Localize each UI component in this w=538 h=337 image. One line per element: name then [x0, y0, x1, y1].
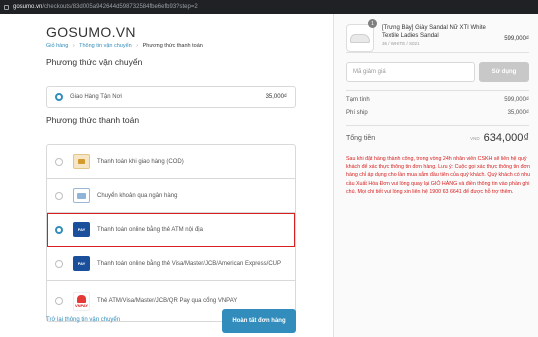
breadcrumb-current: Phương thức thanh toán [142, 43, 203, 49]
vnpay-heart-icon [77, 294, 86, 303]
payment-radio[interactable] [55, 191, 63, 200]
credit-card-icon: PAY [73, 256, 90, 271]
order-notice: Sau khi đặt hàng thành công, trong vòng … [346, 156, 531, 195]
browser-address-bar[interactable]: gosumo.vn /checkouts/83d005a942644d59873… [0, 0, 538, 14]
store-logo[interactable]: GOSUMO.VN [46, 24, 136, 40]
payment-radio[interactable] [55, 157, 63, 166]
apply-discount-button[interactable]: Sử dụng [479, 62, 529, 82]
payment-radio[interactable] [55, 259, 63, 268]
quantity-badge: 1 [368, 19, 377, 28]
cart-product: 1 [Trưng Bày] Giày Sandal Nữ XTI White T… [346, 19, 529, 60]
order-summary: 1 [Trưng Bày] Giày Sandal Nữ XTI White T… [333, 14, 538, 337]
payment-option-bank-transfer[interactable]: Chuyển khoản qua ngân hàng [47, 179, 295, 213]
payment-method-list: Thanh toán khi giao hàng (COD) Chuyển kh… [46, 144, 296, 322]
product-variant: 36 / WHITE / S021 [382, 41, 420, 46]
shipping-fee-label: Phí ship [346, 110, 368, 116]
payment-option-label: Chuyển khoản qua ngân hàng [97, 192, 178, 199]
total-row: Tổng tiền VND 634,000₫ [346, 132, 529, 144]
divider [346, 125, 529, 126]
shipping-fee-row: Phí ship 35,000₫ [346, 110, 529, 116]
discount-code-input[interactable]: Mã giảm giá [346, 62, 475, 82]
vnpay-icon-text: VNPAY [74, 302, 89, 308]
total-label: Tổng tiền [346, 134, 376, 142]
payment-option-label: Thanh toán khi giao hàng (COD) [97, 158, 184, 165]
checkout-main: GOSUMO.VN Giỏ hàng › Thông tin vận chuyể… [0, 14, 333, 337]
divider [346, 52, 529, 53]
back-to-shipping-link[interactable]: Trở lại thông tin vận chuyển [46, 317, 120, 323]
payment-option-label: Thanh toán online bằng thẻ Visa/Master/J… [97, 260, 281, 267]
payment-option-atm[interactable]: PAY Thanh toán online bằng thẻ ATM nội đ… [47, 213, 295, 247]
payment-radio-selected[interactable] [55, 225, 63, 234]
breadcrumb: Giỏ hàng › Thông tin vận chuyển › Phương… [46, 43, 203, 49]
shipping-fee-value: 35,000₫ [507, 110, 529, 116]
vnpay-icon: VNPAY [73, 291, 90, 311]
shipping-option-label: Giao Hàng Tận Nơi [70, 94, 122, 100]
total-value: 634,000₫ [483, 132, 529, 144]
shipping-option-price: 35,000₫ [265, 94, 287, 100]
product-name: [Trưng Bày] Giày Sandal Nữ XTI White Tex… [382, 25, 486, 39]
subtotal-row: Tạm tính 599,000₫ [346, 97, 529, 103]
url-domain: gosumo.vn [13, 4, 43, 10]
payment-option-label: Thanh toán online bằng thẻ ATM nội địa [97, 226, 203, 233]
lock-icon [4, 4, 9, 10]
breadcrumb-cart[interactable]: Giỏ hàng [46, 43, 68, 49]
complete-order-button[interactable]: Hoàn tất đơn hàng [222, 309, 296, 333]
cod-icon [73, 154, 90, 169]
sandal-image [350, 33, 370, 43]
breadcrumb-shipping-info[interactable]: Thông tin vận chuyển [79, 43, 132, 49]
currency-code: VND [470, 135, 480, 141]
product-thumbnail [346, 24, 374, 52]
url-path: /checkouts/83d005a942644d598732584fbe6ef… [42, 4, 198, 10]
breadcrumb-separator: › [136, 43, 139, 49]
payment-method-title: Phương thức thanh toán [46, 115, 140, 125]
subtotal-label: Tạm tính [346, 97, 370, 103]
subtotal-value: 599,000₫ [504, 97, 529, 103]
payment-radio[interactable] [55, 297, 63, 305]
payment-option-label: Thẻ ATM/Visa/Master/JCB/QR Pay qua cổng … [97, 298, 238, 304]
shipping-method-title: Phương thức vận chuyển [46, 57, 143, 67]
bank-transfer-icon [73, 188, 90, 203]
payment-option-cod[interactable]: Thanh toán khi giao hàng (COD) [47, 145, 295, 179]
divider [346, 90, 529, 91]
shipping-option[interactable]: Giao Hàng Tận Nơi 35,000₫ [46, 86, 296, 108]
product-price: 599,000₫ [504, 36, 529, 42]
atm-card-icon: PAY [73, 222, 90, 237]
breadcrumb-separator: › [72, 43, 75, 49]
payment-option-credit-card[interactable]: PAY Thanh toán online bằng thẻ Visa/Mast… [47, 247, 295, 281]
shipping-radio[interactable] [55, 93, 63, 101]
